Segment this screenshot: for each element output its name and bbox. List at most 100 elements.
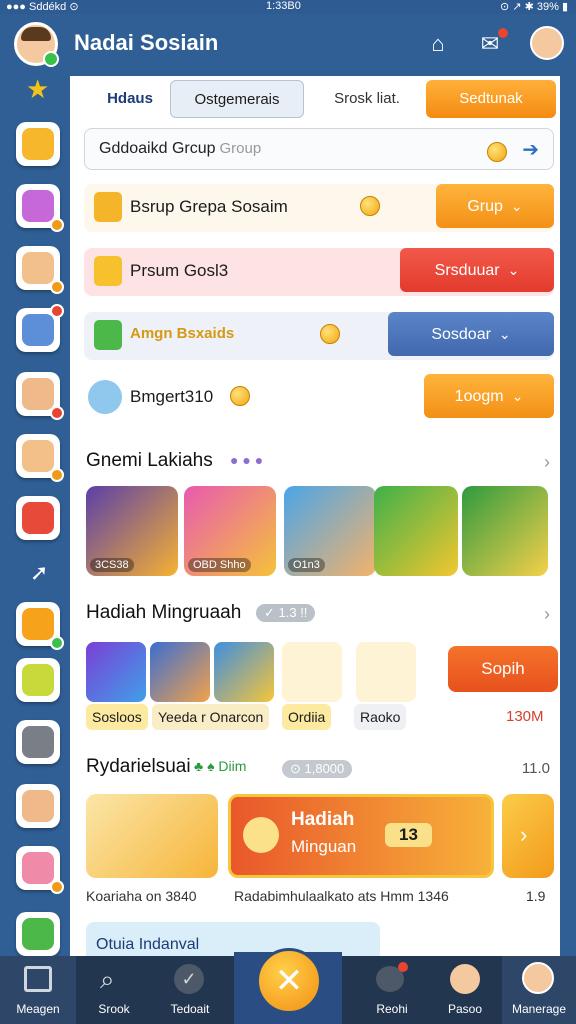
rail-badge (50, 280, 64, 294)
search-placeholder: Group (219, 140, 262, 157)
section-title-rewards: Rydarielsuai (86, 756, 191, 777)
nav-item-manage[interactable]: Manerage (502, 956, 576, 1024)
nav-item-home[interactable]: Meagen (0, 956, 76, 1024)
inbox-icon[interactable]: ✉ (474, 28, 508, 60)
next-card[interactable]: › (502, 794, 554, 878)
rail-item-face[interactable] (16, 784, 60, 828)
green-cube-icon (94, 320, 122, 350)
coin-icon (320, 324, 340, 344)
manage-avatar (522, 962, 554, 994)
right-strip (562, 444, 576, 956)
app-header: Nadai Sosiain ⌂ ✉ (0, 14, 576, 76)
chip[interactable]: Yeeda r Onarcon (152, 704, 270, 730)
premium-button[interactable]: Srsduuar ⌄ (400, 248, 554, 292)
bot-icon (22, 726, 54, 758)
monster-icon (22, 190, 54, 222)
search-value: Gddoaikd Grcup (99, 140, 216, 157)
nav-item-check[interactable]: ✓ Tedoait (152, 956, 228, 1024)
reward-tile[interactable] (282, 642, 342, 702)
rail-item-boy[interactable] (16, 372, 64, 420)
chip[interactable]: Ordiia (282, 704, 332, 730)
rail-badge (50, 880, 64, 894)
nav-item-chat[interactable]: Reohi (354, 956, 430, 1024)
user-avatar[interactable] (530, 26, 564, 60)
crab-icon (22, 502, 54, 534)
rail-item-monster[interactable] (16, 184, 64, 232)
game-tile[interactable] (462, 486, 548, 576)
chevron-right-icon[interactable]: › (544, 604, 550, 625)
rail-badge (50, 304, 64, 318)
profile-avatar[interactable] (14, 22, 59, 67)
rail-item-box[interactable] (16, 122, 60, 166)
rail-item-pink[interactable] (16, 846, 64, 894)
rail-badge (50, 468, 64, 482)
game-tile[interactable]: O1n3 (284, 486, 376, 576)
rail-badge (50, 636, 64, 650)
member-button[interactable]: 1oogm ⌄ (424, 374, 554, 418)
tab-home[interactable]: Hdaus (94, 80, 166, 118)
weekly-promo-card[interactable]: Hadiah Minguan 13 (228, 794, 494, 878)
left-rail: ★ ➚ (0, 74, 70, 956)
nav-item-profile[interactable]: Pasoo (428, 956, 502, 1024)
row-label: Bmgert310 (130, 387, 214, 406)
coin-icon (243, 817, 279, 853)
promo-subtitle: Minguan (291, 837, 357, 856)
profile-avatar (450, 964, 480, 994)
rail-item-kid[interactable] (16, 434, 64, 482)
close-center-button[interactable]: ✕ (256, 948, 322, 1014)
search-bar[interactable]: Gddoaikd Grcup Group ➔ (84, 128, 554, 170)
row-label: Bsrup Grepa Sosaim (130, 197, 288, 216)
rail-badge (50, 218, 64, 232)
rail-item-girl[interactable] (16, 246, 64, 294)
reward-tile[interactable] (214, 642, 274, 702)
rail-item-star-box[interactable] (16, 602, 64, 650)
chip[interactable]: Sosloos (86, 704, 148, 730)
reward-tile[interactable] (86, 642, 146, 702)
tab-categories[interactable]: Ostgemerais (170, 80, 304, 118)
arrow-icon[interactable]: ➚ (30, 560, 48, 586)
member-row: Bmgert310 1oogm ⌄ (84, 374, 554, 422)
gold-chest-card[interactable] (86, 794, 218, 878)
reward-tile[interactable] (356, 642, 416, 702)
chevron-right-icon[interactable]: › (544, 452, 550, 473)
promo-value: 13 (385, 823, 432, 847)
nav-label: Srook (98, 1002, 130, 1016)
game-tile[interactable]: 3CS38 (86, 486, 178, 576)
tab-featured[interactable]: Sedtunak (426, 80, 556, 118)
section-title-games: Gnemi Lakiahs (86, 450, 213, 471)
check-icon: ✓ (174, 964, 204, 994)
green-box-icon (22, 918, 54, 950)
count-badge: ⊙ 1,8000 (282, 760, 353, 778)
main-panel: Hdaus Ostgemerais Srosk liat. Sedtunak G… (70, 76, 560, 956)
star-box-icon (22, 608, 54, 640)
rail-badge (50, 406, 64, 420)
caption-mid: Radabimhulaalkato ats Hmm 1346 (234, 888, 449, 904)
search-icon: ⌕ (100, 964, 115, 994)
home-icon[interactable]: ⌂ (422, 28, 454, 60)
rail-item-green[interactable] (16, 912, 60, 956)
bottom-card[interactable]: Otuia Indanval (86, 922, 380, 956)
notification-badge (498, 28, 508, 38)
amigo-button[interactable]: Sosdoar ⌄ (388, 312, 554, 356)
row-label: Prsum Gosl3 (130, 261, 229, 280)
tab-list[interactable]: Srosk liat. (312, 80, 422, 118)
meta-text: Diim (218, 758, 247, 774)
go-arrow-icon[interactable]: ➔ (522, 137, 539, 162)
rail-item-gem[interactable] (16, 658, 60, 702)
group-button[interactable]: Grup ⌄ (436, 184, 554, 228)
star-icon[interactable]: ★ (26, 74, 49, 105)
girl-avatar-icon (22, 252, 54, 284)
leaf-icon: ♣ ♠ Diim (194, 758, 247, 774)
nav-item-search[interactable]: ⌕ Srook (76, 956, 152, 1024)
game-tile[interactable]: OBD Shho (184, 486, 276, 576)
rail-item-crab[interactable] (16, 496, 60, 540)
chip[interactable]: Raoko (354, 704, 407, 730)
section-title-weekly: Hadiah Mingruaah (86, 602, 242, 623)
rail-item-bot[interactable] (16, 720, 60, 764)
game-tile[interactable] (374, 486, 458, 576)
promo-title: Hadiah (291, 809, 355, 830)
kid-avatar-icon (22, 440, 54, 472)
reward-tile[interactable] (150, 642, 210, 702)
rail-item-robot[interactable] (16, 304, 64, 352)
select-button[interactable]: Sopih (448, 646, 558, 692)
